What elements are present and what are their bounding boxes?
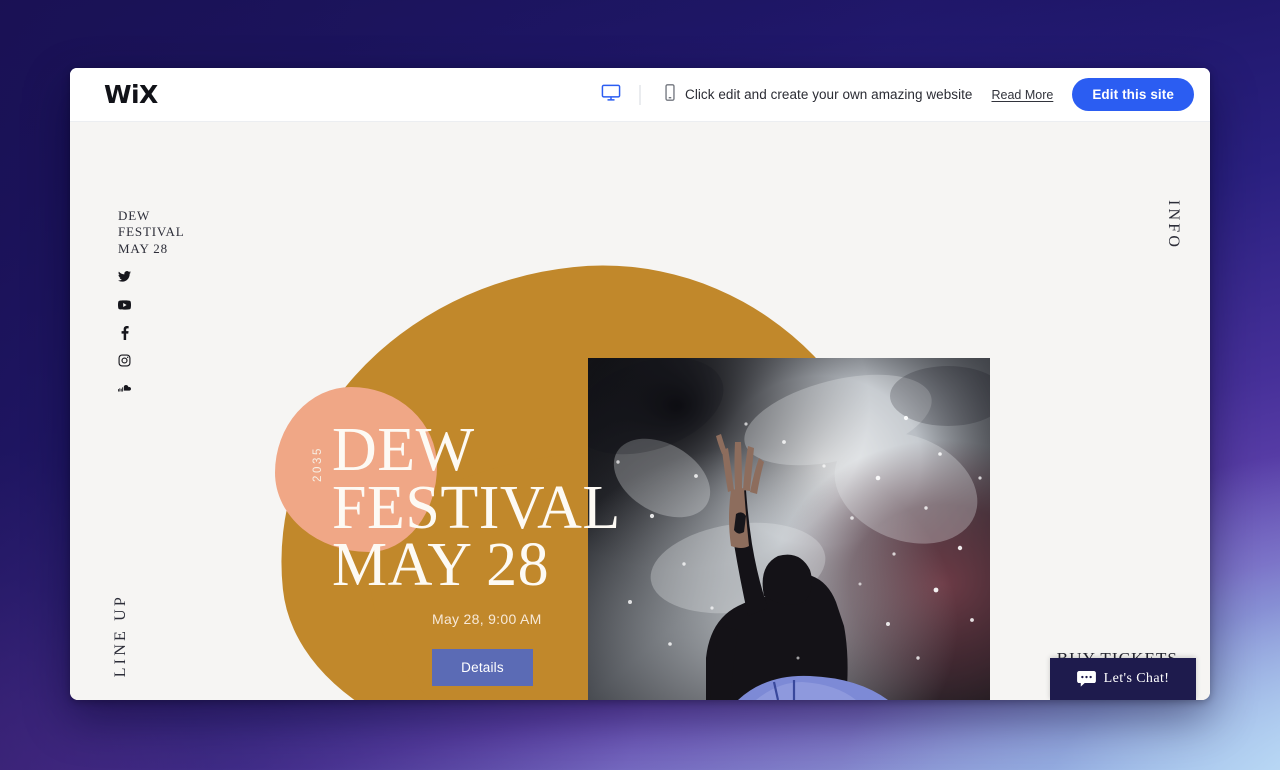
desktop-view-button[interactable] [596,80,626,110]
facebook-icon[interactable] [118,325,131,340]
mobile-view-button[interactable] [655,80,685,110]
youtube-icon[interactable] [118,298,131,311]
viewport-divider [639,84,641,105]
chat-widget-label: Let's Chat! [1103,671,1170,686]
soundcloud-icon[interactable] [118,382,131,395]
wix-editor-topbar: WiX Click edit and create your own amazi… [70,68,1210,122]
topbar-right-group: Click edit and create your own amazing w… [685,78,1194,111]
hero-date-time: May 28, 9:00 AM [432,610,542,627]
promo-text: Click edit and create your own amazing w… [685,87,973,102]
hero-title-line-3: MAY 28 [332,531,550,600]
nav-lineup-link[interactable]: LINE UP [112,594,130,677]
social-links-bar [118,270,131,395]
viewport-toggle-group [596,80,685,110]
brand-line-3: MAY 28 [118,240,169,256]
hero-title-line-2: FESTIVAL [332,473,621,542]
nav-info-link[interactable]: INFO [1164,200,1182,250]
desktop-monitor-icon [600,82,621,108]
edit-this-site-button[interactable]: Edit this site [1072,78,1194,111]
hero-year-label: 2035 [312,446,324,482]
site-preview-window: WiX Click edit and create your own amazi… [70,68,1210,700]
brand-line-1: DEW [118,208,151,223]
brand-line-2: FESTIVAL [118,224,185,240]
details-button[interactable]: Details [432,648,533,686]
lets-chat-widget[interactable]: Let's Chat! [1050,658,1196,700]
read-more-link[interactable]: Read More [991,88,1053,102]
site-brand-block[interactable]: DEW FESTIVAL MAY 28 [118,208,185,257]
site-content-canvas: 2035 DEW FESTIVAL MAY 28 May 28, 9:00 AM… [70,122,1210,700]
twitter-icon[interactable] [118,270,131,283]
wix-logo[interactable]: WiX [104,80,158,109]
chat-bubble-icon [1076,671,1096,687]
hero-title: DEW FESTIVAL MAY 28 [332,416,662,600]
mobile-phone-icon [660,83,679,107]
hero-text-block: 2035 DEW FESTIVAL MAY 28 May 28, 9:00 AM… [312,416,662,686]
instagram-icon[interactable] [118,354,131,367]
hero-title-line-1: DEW [332,416,475,484]
